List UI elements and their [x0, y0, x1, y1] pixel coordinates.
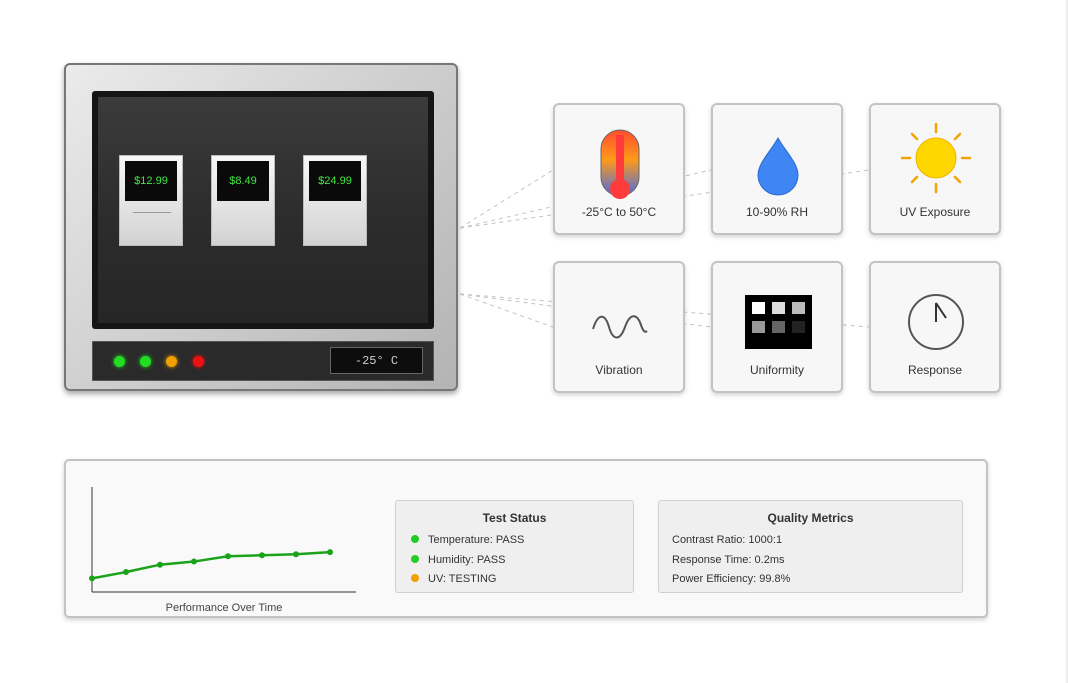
performance-data-point: [225, 553, 231, 560]
performance-data-point: [157, 561, 163, 568]
price-tag-value: $8.49: [217, 161, 269, 201]
performance-chart: [89, 487, 356, 593]
status-text: UV: TESTING: [428, 573, 497, 585]
condition-label: Uniformity: [749, 363, 804, 377]
status-text: Temperature: PASS: [428, 534, 525, 546]
status-led-green: [114, 356, 125, 367]
metric-item: Contrast Ratio: 1000:1: [672, 534, 783, 546]
status-dot: [411, 574, 419, 583]
screen-bezel: $12.99 $8.49 $24.99: [92, 91, 434, 329]
status-dot: [411, 535, 419, 544]
performance-data-point: [327, 549, 333, 556]
condition-card-temperature: -25°C to 50°C: [553, 103, 685, 235]
price-tag-value: $24.99: [309, 161, 361, 201]
status-item: UV: TESTING: [411, 573, 496, 585]
condition-card-response: Response: [869, 261, 1001, 393]
condition-card-humidity: 10-90% RH: [711, 103, 843, 235]
performance-data-point: [259, 552, 265, 559]
quality-metrics-title: Quality Metrics: [767, 511, 854, 525]
status-text: Humidity: PASS: [428, 554, 506, 566]
condition-label: Response: [907, 363, 963, 377]
status-dot: [411, 555, 419, 564]
condition-label: 10-90% RH: [745, 205, 809, 219]
performance-data-point: [89, 575, 95, 582]
quality-metrics-box: Quality Metrics Contrast Ratio: 1000:1 R…: [658, 500, 963, 593]
control-bar: -25° C: [92, 341, 434, 381]
display-unit: $12.99 $8.49 $24.99 -25° C: [64, 63, 458, 391]
status-led-orange: [166, 356, 177, 367]
metric-item: Response Time: 0.2ms: [672, 554, 785, 566]
performance-data-point: [123, 569, 129, 576]
condition-card-uniformity: Uniformity: [711, 261, 843, 393]
connector-line: [459, 169, 554, 229]
temperature-readout: -25° C: [330, 347, 423, 374]
performance-data-point: [293, 551, 299, 558]
price-tag: $8.49: [211, 155, 275, 246]
price-tag-divider: [133, 212, 171, 213]
connector-line: [459, 293, 554, 328]
price-tag: $12.99: [119, 155, 183, 246]
test-status-box: Test Status Temperature: PASS Humidity: …: [395, 500, 634, 593]
condition-label: -25°C to 50°C: [581, 205, 657, 219]
status-item: Temperature: PASS: [411, 534, 524, 546]
status-led-green: [140, 356, 151, 367]
performance-data-point: [191, 558, 197, 565]
test-results-panel: Performance Over Time Test Status Temper…: [64, 459, 988, 618]
test-status-title: Test Status: [482, 511, 547, 525]
condition-label: Vibration: [595, 363, 643, 377]
price-tag-value: $12.99: [125, 161, 177, 201]
metric-item: Power Efficiency: 99.8%: [672, 573, 791, 585]
price-tag: $24.99: [303, 155, 367, 246]
status-item: Humidity: PASS: [411, 554, 505, 566]
condition-card-vibration: Vibration: [553, 261, 685, 393]
condition-label: UV Exposure: [899, 205, 971, 219]
chart-caption: Performance Over Time: [165, 602, 283, 614]
condition-card-uv: UV Exposure: [869, 103, 1001, 235]
display-screen: $12.99 $8.49 $24.99: [98, 97, 428, 323]
status-led-red: [193, 356, 204, 367]
